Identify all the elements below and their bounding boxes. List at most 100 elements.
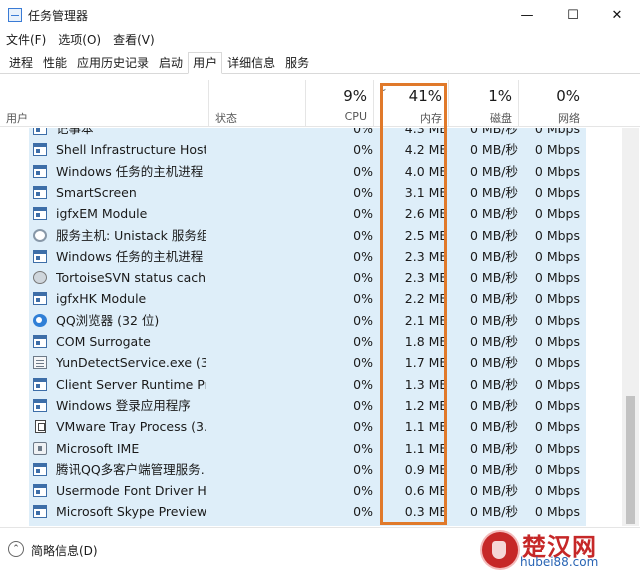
process-row[interactable]: SmartScreen 0% 3.1 MB 0 MB/秒 0 Mbps bbox=[0, 182, 586, 203]
column-label-disk: 磁盘 bbox=[490, 112, 512, 125]
process-memory: 2.1 MB bbox=[404, 312, 448, 328]
process-row[interactable]: Microsoft IME 0% 1.1 MB 0 MB/秒 0 Mbps bbox=[0, 438, 586, 459]
process-network: 0 Mbps bbox=[534, 504, 580, 520]
close-button[interactable]: ✕ bbox=[594, 0, 640, 30]
column-header-disk[interactable]: 1% 磁盘 bbox=[448, 80, 518, 127]
column-header-network[interactable]: 0% 网络 bbox=[518, 80, 586, 127]
process-cpu: 0% bbox=[353, 227, 373, 243]
process-disk: 0 MB/秒 bbox=[470, 355, 518, 371]
column-header-memory[interactable]: ⌄ 41% 内存 bbox=[373, 80, 448, 127]
process-disk: 0 MB/秒 bbox=[470, 248, 518, 264]
process-name: TortoiseSVN status cache bbox=[56, 270, 206, 286]
process-row[interactable]: igfxHK Module 0% 2.2 MB 0 MB/秒 0 Mbps bbox=[0, 288, 586, 309]
process-row[interactable]: Microsoft Skype Preview 0% 0.3 MB 0 MB/秒 0 M… bbox=[0, 501, 586, 522]
process-cpu: 0% bbox=[353, 440, 373, 456]
process-row[interactable]: VMware Tray Process (3… 0% 1.1 MB 0 MB/秒 0 M… bbox=[0, 416, 586, 437]
process-row[interactable]: Windows 任务的主机进程 0% 4.0 MB 0 MB/秒 0 Mbps bbox=[0, 161, 586, 182]
process-row[interactable]: 记事本 0% 4.3 MB 0 MB/秒 0 Mbps bbox=[0, 128, 586, 139]
tab-services[interactable]: 服务 bbox=[280, 52, 314, 74]
process-row[interactable]: Client Server Runtime Pr… 0% 1.3 MB 0 MB/秒 0… bbox=[0, 374, 586, 395]
process-memory: 2.6 MB bbox=[404, 206, 448, 222]
process-row[interactable]: TortoiseSVN status cache 0% 2.3 MB 0 MB/秒 0 … bbox=[0, 267, 586, 288]
process-memory: 0.9 MB bbox=[404, 461, 448, 477]
process-name: SmartScreen bbox=[56, 184, 137, 200]
process-memory: 1.8 MB bbox=[404, 334, 448, 349]
tab-app-history[interactable]: 应用历史记录 bbox=[72, 52, 154, 74]
maximize-button[interactable]: ☐ bbox=[550, 0, 596, 30]
document-icon bbox=[33, 356, 47, 370]
tab-processes[interactable]: 进程 bbox=[4, 52, 38, 74]
notepad-icon bbox=[33, 128, 47, 135]
process-cpu: 0% bbox=[353, 483, 373, 499]
process-memory: 2.3 MB bbox=[404, 270, 448, 286]
process-row[interactable]: QQ浏览器 (32 位) 0% 2.1 MB 0 MB/秒 0 Mbps bbox=[0, 310, 586, 331]
process-name: 记事本 bbox=[56, 128, 94, 136]
process-memory: 0.6 MB bbox=[404, 483, 448, 499]
process-network: 0 Mbps bbox=[534, 355, 580, 371]
scrollbar-thumb[interactable] bbox=[626, 396, 635, 524]
tab-users[interactable]: 用户 bbox=[188, 52, 223, 74]
process-cpu: 0% bbox=[353, 270, 373, 286]
process-memory: 0.3 MB bbox=[404, 504, 448, 520]
chevron-up-icon[interactable]: ⌃ bbox=[8, 541, 24, 557]
watermark-url: hubei88.com bbox=[520, 555, 599, 569]
tab-strip: 进程 性能 应用历史记录 启动 用户 详细信息 服务 bbox=[0, 52, 640, 74]
window-icon bbox=[33, 335, 47, 348]
process-row[interactable]: Shell Infrastructure Host 0% 4.2 MB 0 MB/秒 0… bbox=[0, 139, 586, 160]
process-row[interactable]: igfxEM Module 0% 2.6 MB 0 MB/秒 0 Mbps bbox=[0, 203, 586, 224]
process-disk: 0 MB/秒 bbox=[470, 291, 518, 307]
process-row[interactable]: 服务主机: Unistack 服务组 0% 2.5 MB 0 MB/秒 0 Mbps bbox=[0, 225, 586, 246]
menu-options[interactable]: 选项(O) bbox=[52, 31, 107, 49]
process-row[interactable]: Windows 任务的主机进程 0% 2.3 MB 0 MB/秒 0 Mbps bbox=[0, 246, 586, 267]
process-network: 0 Mbps bbox=[534, 376, 580, 392]
column-header-row: 用户 状态 9% CPU ⌄ 41% 内存 1% 磁盘 0% 网络 bbox=[0, 80, 640, 127]
process-row[interactable]: Windows 登录应用程序 0% 1.2 MB 0 MB/秒 0 Mbps bbox=[0, 395, 586, 416]
network-total-percent: 0% bbox=[556, 87, 580, 105]
process-memory: 4.0 MB bbox=[404, 163, 448, 179]
process-network: 0 Mbps bbox=[534, 291, 580, 307]
column-header-user[interactable]: 用户 bbox=[0, 80, 208, 127]
process-cpu: 0% bbox=[353, 355, 373, 371]
process-disk: 0 MB/秒 bbox=[470, 270, 518, 286]
process-disk: 0 MB/秒 bbox=[470, 334, 518, 349]
process-cpu: 0% bbox=[353, 419, 373, 435]
menu-bar: 文件(F) 选项(O) 查看(V) bbox=[0, 31, 161, 49]
process-network: 0 Mbps bbox=[534, 184, 580, 200]
fewer-details-link[interactable]: 简略信息(D) bbox=[31, 542, 98, 559]
process-row[interactable]: YunDetectService.exe (3… 0% 1.7 MB 0 MB/秒 0 … bbox=[0, 352, 586, 373]
column-header-cpu[interactable]: 9% CPU bbox=[305, 80, 373, 127]
process-name: VMware Tray Process (3… bbox=[56, 419, 206, 435]
process-network: 0 Mbps bbox=[534, 334, 580, 349]
process-network: 0 Mbps bbox=[534, 397, 580, 413]
tab-startup[interactable]: 启动 bbox=[154, 52, 188, 74]
process-row[interactable]: Usermode Font Driver H… 0% 0.6 MB 0 MB/秒 0 M… bbox=[0, 480, 586, 501]
process-cpu: 0% bbox=[353, 376, 373, 392]
process-memory: 1.1 MB bbox=[404, 419, 448, 435]
process-memory: 2.5 MB bbox=[404, 227, 448, 243]
process-disk: 0 MB/秒 bbox=[470, 483, 518, 499]
menu-view[interactable]: 查看(V) bbox=[107, 31, 161, 49]
column-header-status[interactable]: 状态 bbox=[208, 80, 305, 127]
process-name: igfxHK Module bbox=[56, 291, 147, 307]
process-disk: 0 MB/秒 bbox=[470, 184, 518, 200]
tab-details[interactable]: 详细信息 bbox=[222, 52, 280, 74]
process-row[interactable]: COM Surrogate 0% 1.8 MB 0 MB/秒 0 Mbps bbox=[0, 331, 586, 352]
menu-file[interactable]: 文件(F) bbox=[0, 31, 52, 49]
process-name: QQ浏览器 (32 位) bbox=[56, 312, 160, 328]
process-memory: 1.7 MB bbox=[404, 355, 448, 371]
process-memory: 4.2 MB bbox=[404, 142, 448, 158]
column-label-network: 网络 bbox=[558, 112, 580, 125]
column-label-user: 用户 bbox=[6, 112, 28, 125]
process-disk: 0 MB/秒 bbox=[470, 376, 518, 392]
vertical-scrollbar[interactable] bbox=[622, 128, 639, 526]
process-network: 0 Mbps bbox=[534, 461, 580, 477]
tab-performance[interactable]: 性能 bbox=[38, 52, 72, 74]
window-icon bbox=[33, 143, 47, 157]
watermark-logo-icon bbox=[482, 532, 518, 568]
window-title: 任务管理器 bbox=[28, 9, 89, 23]
process-network: 0 Mbps bbox=[534, 142, 580, 158]
process-row[interactable]: 腾讯QQ多客户端管理服务… 0% 0.9 MB 0 MB/秒 0 Mbps bbox=[0, 459, 586, 480]
minimize-button[interactable]: — bbox=[504, 0, 550, 30]
process-name: Windows 任务的主机进程 bbox=[56, 248, 204, 264]
cpu-total-percent: 9% bbox=[343, 87, 367, 105]
